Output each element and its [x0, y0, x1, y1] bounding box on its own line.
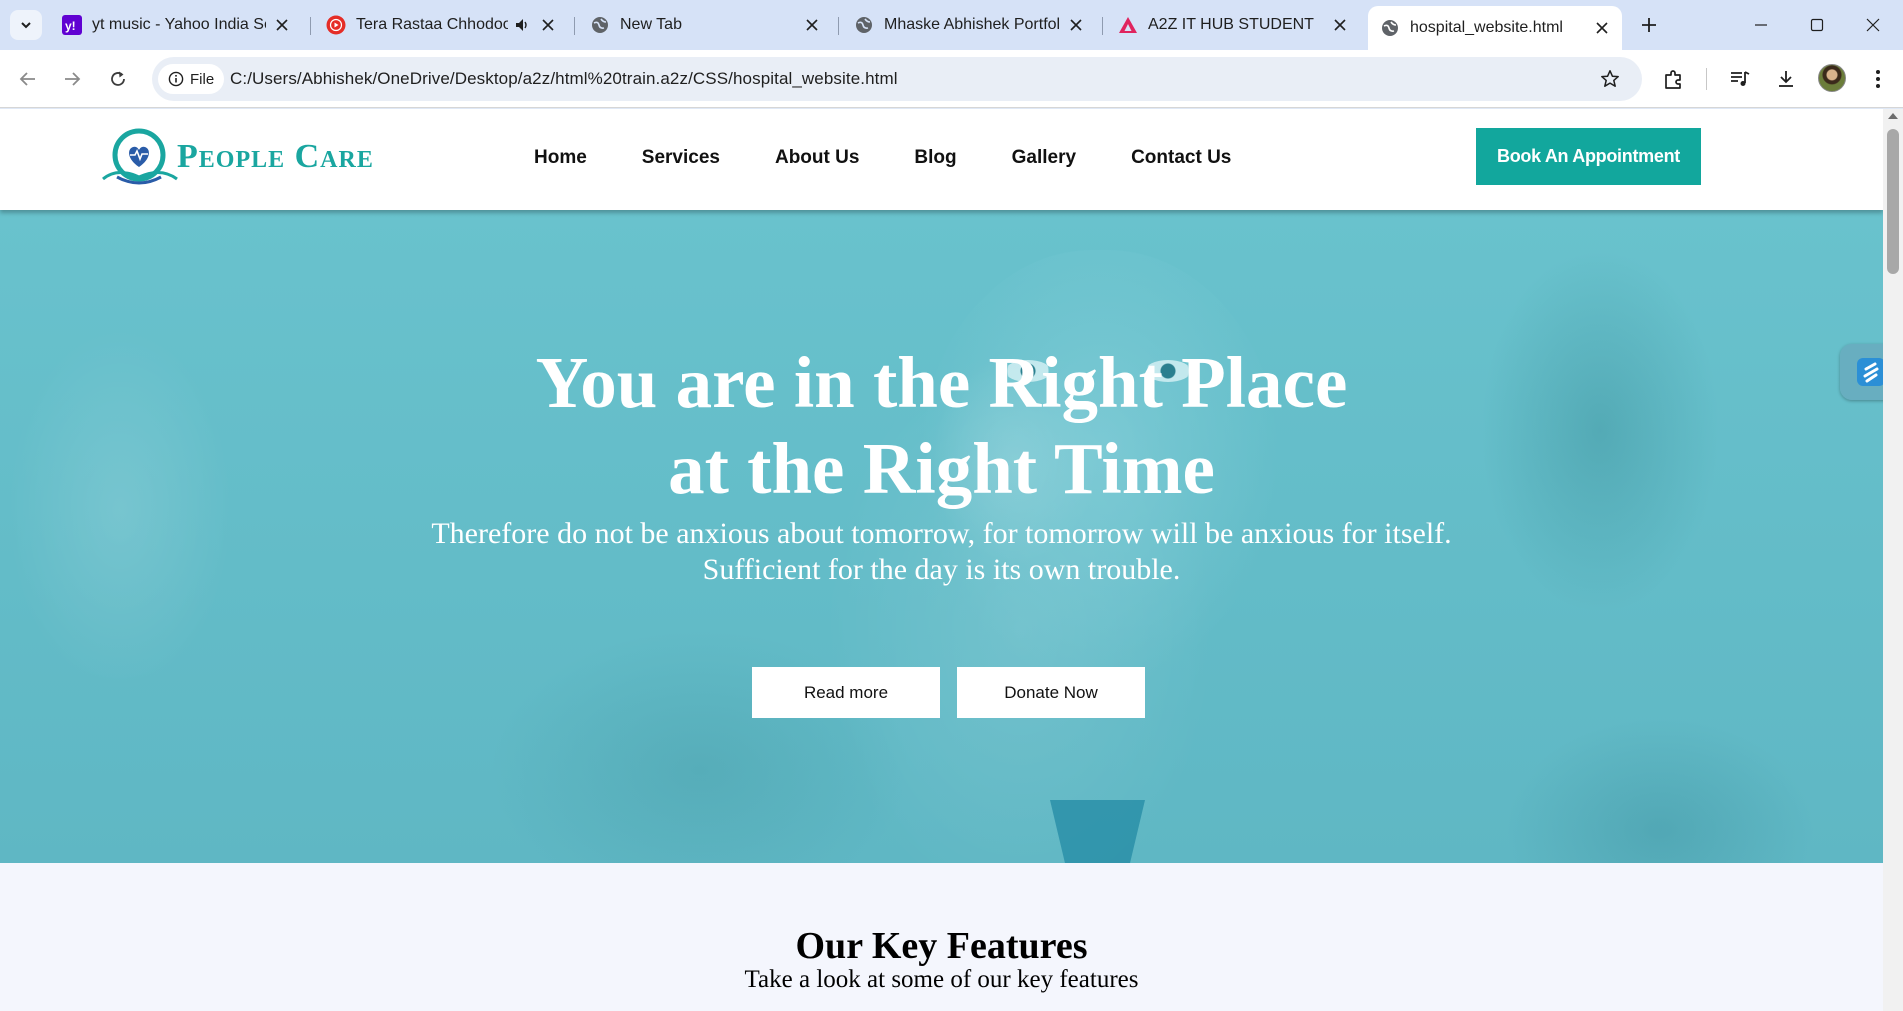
kebab-menu-icon	[1876, 70, 1880, 88]
tab-title: yt music - Yahoo India Sea	[92, 16, 266, 33]
tab-title: Mhaske Abhishek Portfolio	[884, 16, 1060, 33]
close-icon[interactable]	[1592, 18, 1612, 38]
downloads-button[interactable]	[1770, 63, 1802, 95]
hero-section: You are in the Right Place at the Right …	[0, 210, 1883, 863]
read-more-button[interactable]: Read more	[752, 667, 940, 718]
site-logo[interactable]: People Care	[97, 127, 374, 187]
close-icon[interactable]	[802, 15, 822, 35]
nav-contact-us[interactable]: Contact Us	[1131, 147, 1231, 169]
a2z-icon	[1118, 15, 1138, 35]
globe-icon	[854, 15, 874, 35]
site-info-chip[interactable]: File	[158, 64, 224, 94]
close-window-button[interactable]	[1845, 0, 1901, 50]
info-icon	[168, 71, 184, 87]
forward-button[interactable]	[56, 63, 88, 95]
nav-gallery[interactable]: Gallery	[1012, 147, 1076, 169]
tab-hospital-website[interactable]: hospital_website.html	[1368, 6, 1622, 50]
close-icon	[1866, 18, 1880, 32]
tab-title: hospital_website.html	[1410, 19, 1563, 36]
tab-new-tab[interactable]: New Tab	[578, 8, 832, 42]
arrow-right-icon	[65, 72, 81, 86]
reload-button[interactable]	[102, 63, 134, 95]
globe-icon	[1380, 18, 1400, 38]
speaker-icon[interactable]	[512, 15, 532, 35]
hero-title-line-1: You are in the Right Place	[535, 342, 1348, 423]
tab-portfolio[interactable]: Mhaske Abhishek Portfolio	[842, 8, 1096, 42]
hero-subtitle: Therefore do not be anxious about tomorr…	[0, 516, 1883, 588]
maximize-icon	[1810, 18, 1824, 32]
nav-services[interactable]: Services	[642, 147, 720, 169]
tab-title: New Tab	[620, 16, 682, 33]
tab-separator	[1102, 17, 1103, 35]
profile-avatar[interactable]	[1818, 64, 1846, 92]
logo-text: People Care	[177, 138, 374, 175]
hero-subtitle-line-2: Sufficient for the day is its own troubl…	[702, 553, 1181, 586]
page-viewport: People Care Home Services About Us Blog …	[0, 109, 1883, 1011]
close-icon[interactable]	[272, 15, 292, 35]
site-header: People Care Home Services About Us Blog …	[0, 109, 1883, 210]
page-scrollbar[interactable]	[1883, 109, 1903, 1011]
donate-now-button[interactable]: Donate Now	[957, 667, 1145, 718]
nav-blog[interactable]: Blog	[914, 147, 956, 169]
address-bar[interactable]: File C:/Users/Abhishek/OneDrive/Desktop/…	[152, 57, 1642, 101]
tab-strip: y! yt music - Yahoo India Sea Tera Rasta…	[0, 0, 1903, 50]
svg-text:y!: y!	[65, 19, 76, 33]
tab-a2z[interactable]: A2Z IT HUB STUDENT	[1106, 8, 1360, 42]
features-heading: Our Key Features	[795, 925, 1088, 967]
hero-title-line-2: at the Right Time	[668, 428, 1215, 509]
tab-search-button[interactable]	[10, 10, 42, 40]
scrollbar-thumb[interactable]	[1887, 129, 1899, 274]
tab-separator	[838, 17, 839, 35]
nav-home[interactable]: Home	[534, 147, 587, 169]
hero-title: You are in the Right Place at the Right …	[0, 340, 1883, 512]
download-icon	[1779, 71, 1793, 87]
minimize-icon	[1755, 24, 1767, 26]
minimize-button[interactable]	[1733, 0, 1789, 50]
youtube-icon	[326, 15, 346, 35]
bookmark-star-icon[interactable]	[1596, 65, 1624, 93]
url-text[interactable]: C:/Users/Abhishek/OneDrive/Desktop/a2z/h…	[230, 69, 898, 89]
extensions-button[interactable]	[1658, 63, 1690, 95]
maximize-button[interactable]	[1789, 0, 1845, 50]
yahoo-icon: y!	[62, 15, 82, 35]
close-icon[interactable]	[1330, 15, 1350, 35]
close-icon[interactable]	[1066, 15, 1086, 35]
tab-youtube[interactable]: Tera Rastaa Chhodoon	[314, 8, 568, 42]
close-icon[interactable]	[538, 15, 558, 35]
scroll-up-arrow-icon[interactable]	[1888, 113, 1898, 119]
site-chip-label: File	[190, 70, 215, 88]
playlist-icon	[1731, 71, 1750, 86]
browser-menu-button[interactable]	[1862, 63, 1894, 95]
reload-icon	[111, 71, 125, 86]
chevron-down-icon	[21, 22, 31, 29]
tab-title: Tera Rastaa Chhodoon	[356, 16, 508, 33]
hero-subtitle-line-1: Therefore do not be anxious about tomorr…	[431, 517, 1452, 550]
arrow-left-icon	[19, 72, 35, 86]
hero-photo-detail	[1050, 800, 1145, 863]
book-appointment-button[interactable]: Book An Appointment	[1476, 128, 1701, 185]
media-controls-button[interactable]	[1724, 63, 1756, 95]
back-button[interactable]	[12, 63, 44, 95]
toolbar-divider	[1706, 68, 1707, 90]
plus-icon	[1642, 18, 1656, 32]
globe-icon	[590, 15, 610, 35]
main-nav: Home Services About Us Blog Gallery Cont…	[534, 147, 1231, 169]
tab-separator	[310, 17, 311, 35]
tab-yahoo[interactable]: y! yt music - Yahoo India Sea	[50, 8, 302, 42]
browser-toolbar: File C:/Users/Abhishek/OneDrive/Desktop/…	[0, 50, 1903, 108]
new-tab-button[interactable]	[1636, 12, 1662, 38]
tab-title: A2Z IT HUB STUDENT	[1148, 16, 1314, 33]
tab-separator	[574, 17, 575, 35]
features-subheading: Take a look at some of our key features	[744, 966, 1139, 993]
people-care-emblem-icon	[102, 128, 178, 185]
nav-about-us[interactable]: About Us	[775, 147, 859, 169]
puzzle-icon	[1665, 70, 1681, 89]
